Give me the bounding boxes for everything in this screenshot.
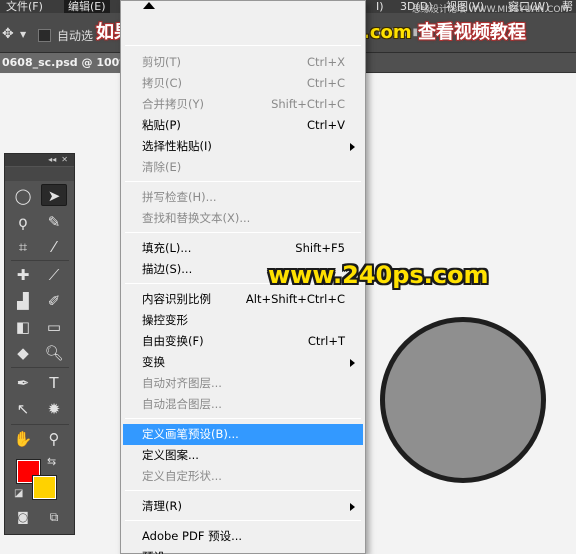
menu-item-auto-align-layers[interactable]: 自动对齐图层... (123, 373, 363, 394)
menu-item-paste[interactable]: 粘贴(P) Ctrl+V (123, 115, 363, 136)
submenu-arrow-icon (350, 503, 355, 511)
banner-right-text: 查看视频教程 (417, 22, 526, 43)
menu-item-copy-merged[interactable]: 合并拷贝(Y) Shift+Ctrl+C (123, 94, 363, 115)
chevron-down-icon[interactable]: ▼ (20, 30, 26, 39)
menu-item-spell-check[interactable]: 拼写检查(H)... (123, 187, 363, 208)
clone-stamp-icon[interactable]: ▟ (10, 290, 36, 312)
menu-item-copy[interactable]: 拷贝(C) Ctrl+C (123, 73, 363, 94)
menu-item-define-brush-preset[interactable]: 定义画笔预设(B)... (123, 424, 363, 445)
screen-mode-icon[interactable]: ⧉ (41, 506, 67, 528)
background-color-swatch[interactable] (32, 475, 57, 500)
default-colors-icon[interactable]: ◪ (14, 488, 26, 500)
healing-brush-icon[interactable]: ✚ (10, 264, 36, 286)
eraser-icon[interactable]: ◧ (10, 316, 36, 338)
lasso-icon[interactable]: ϙ (10, 211, 36, 233)
menu-item-free-transform[interactable]: 自由变换(F) Ctrl+T (123, 331, 363, 352)
menu-item-cut[interactable]: 剪切(T) Ctrl+X (123, 52, 363, 73)
gray-circle (380, 317, 546, 483)
marquee-icon[interactable]: ◯ (10, 185, 36, 207)
menu-item-fill[interactable]: 填充(L)... Shift+F5 (123, 238, 363, 259)
watermark-faint: 思缘设计论坛 WWW.MISSYUAN.COM (412, 5, 569, 15)
auto-select-checkbox[interactable] (38, 29, 51, 42)
move-tool-icon[interactable]: ✥ (2, 26, 14, 42)
menu-item-auto-blend-layers[interactable]: 自动混合图层... (123, 394, 363, 415)
quick-mask-icon[interactable]: ◙ (10, 506, 36, 528)
menu-item-adobe-pdf-presets[interactable]: Adobe PDF 预设... (123, 526, 363, 547)
gradient-icon[interactable]: ▭ (41, 316, 67, 338)
menu-item-puppet-warp[interactable]: 操控变形 (123, 310, 363, 331)
swap-colors-icon[interactable]: ⇆ (47, 455, 56, 468)
tools-panel-header[interactable]: ◂◂ ✕ (5, 154, 74, 166)
menu-edit[interactable]: 编辑(E) (64, 0, 110, 13)
path-selection-icon[interactable]: ↖ (10, 398, 36, 420)
menu-item-find-replace[interactable]: 查找和替换文本(X)... (123, 208, 363, 229)
menu-item-define-pattern[interactable]: 定义图案... (123, 445, 363, 466)
pen-icon[interactable]: ✒ (10, 372, 36, 394)
watermark-center: www.240ps.com (268, 261, 489, 289)
menu-item-clear[interactable]: 清除(E) (123, 157, 363, 178)
menu-scroll-up-icon[interactable] (121, 1, 365, 15)
tools-panel: ◂◂ ✕ ◯ ➤ ϙ ✎ ⌗ ⁄ ✚ ⟋ ▟ ✐ ◧ ▭ ◆ 🔍︎ ✒ T ↖ … (4, 153, 75, 535)
menu-item-presets[interactable]: 预设 (123, 547, 363, 554)
history-brush-icon[interactable]: ✐ (41, 290, 67, 312)
menu-item-transform[interactable]: 变换 (123, 352, 363, 373)
zoom-icon[interactable]: ⚲ (41, 428, 67, 450)
shape-icon[interactable]: ✹ (41, 398, 67, 420)
auto-select-label: 自动选 (57, 29, 94, 43)
eyedropper-icon[interactable]: ⁄ (41, 236, 67, 258)
tools-panel-grip[interactable] (5, 167, 74, 181)
brush-icon[interactable]: ⟋ (41, 264, 67, 286)
menu-item-define-custom-shape[interactable]: 定义自定形状... (123, 466, 363, 487)
menu-item-paste-special[interactable]: 选择性粘贴(I) (123, 136, 363, 157)
move-icon[interactable]: ➤ (41, 184, 67, 206)
submenu-arrow-icon (350, 359, 355, 367)
blur-icon[interactable]: ◆ (10, 342, 36, 364)
type-icon[interactable]: T (41, 372, 67, 394)
crop-icon[interactable]: ⌗ (10, 236, 36, 258)
menu-item-content-aware-scale[interactable]: 内容识别比例 Alt+Shift+Ctrl+C (123, 289, 363, 310)
document-tab[interactable]: 0608_sc.psd @ 100% ( (0, 53, 140, 73)
menu-item-3[interactable]: I) (376, 0, 384, 13)
quick-selection-icon[interactable]: ✎ (41, 211, 67, 233)
menu-item-purge[interactable]: 清理(R) (123, 496, 363, 517)
hand-icon[interactable]: ✋ (10, 428, 36, 450)
submenu-arrow-icon (350, 143, 355, 151)
menu-file[interactable]: 文件(F) (6, 0, 43, 13)
dodge-icon[interactable]: 🔍︎ (41, 342, 67, 364)
